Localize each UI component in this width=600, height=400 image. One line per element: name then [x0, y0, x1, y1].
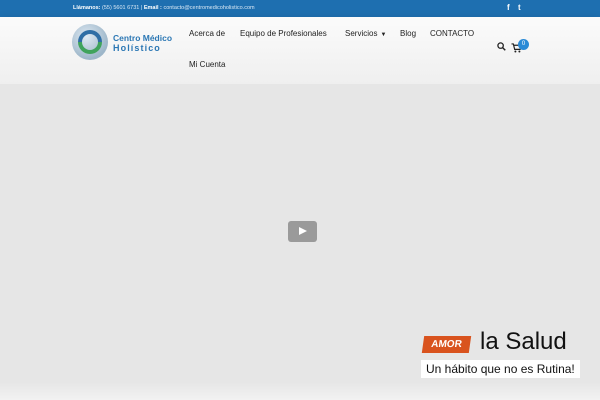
email-link[interactable]: contacto@centromedicoholistico.com: [163, 5, 254, 11]
nav-item-servicios-label: Servicios: [345, 29, 378, 38]
hero-headline: la Salud: [480, 328, 567, 355]
twitter-icon[interactable]: t: [518, 3, 521, 12]
chevron-down-icon: ▼: [380, 32, 387, 38]
logo-icon: [72, 24, 108, 60]
nav-item-servicios[interactable]: Servicios ▼: [345, 29, 386, 38]
separator: |: [140, 5, 143, 11]
email-label: Email :: [143, 5, 162, 11]
nav-item-blog[interactable]: Blog: [400, 29, 416, 38]
cart-count-badge[interactable]: 0: [518, 39, 529, 50]
top-bar: Llámanos: (55) 5601 6731 | Email : conta…: [0, 0, 600, 17]
logo-subtitle: Holístico: [113, 43, 161, 53]
site-logo[interactable]: Centro Médico Holístico: [72, 24, 182, 60]
section-divider: [0, 382, 600, 400]
search-icon[interactable]: [497, 42, 506, 51]
facebook-icon[interactable]: f: [507, 3, 510, 12]
nav-item-equipo[interactable]: Equipo de Profesionales: [240, 29, 327, 38]
site-header: Centro Médico Holístico Acerca de Equipo…: [0, 17, 600, 84]
phone-number[interactable]: (55) 5601 6731: [102, 5, 139, 11]
hero-subline: Un hábito que no es Rutina!: [421, 360, 580, 378]
phone-label: Llámanos:: [73, 5, 101, 11]
amor-badge: AMOR: [421, 336, 472, 353]
nav-item-contacto[interactable]: CONTACTO: [430, 29, 474, 38]
play-icon[interactable]: [288, 221, 317, 242]
contact-info: Llámanos: (55) 5601 6731 | Email : conta…: [73, 5, 255, 11]
logo-title: Centro Médico: [113, 33, 173, 43]
nav-item-acerca-de[interactable]: Acerca de: [189, 29, 225, 38]
nav-item-mi-cuenta[interactable]: Mi Cuenta: [189, 60, 225, 69]
